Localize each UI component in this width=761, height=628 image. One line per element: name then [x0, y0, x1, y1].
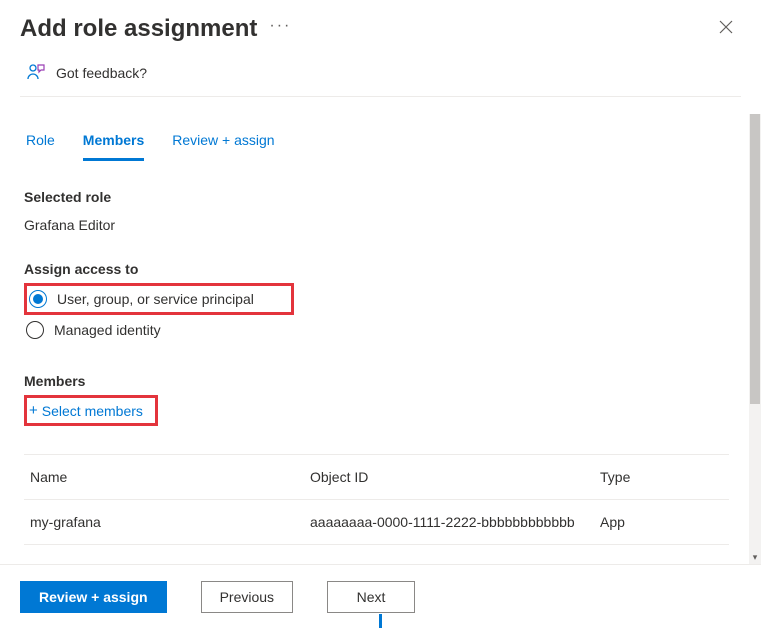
- select-members-link[interactable]: + Select members: [27, 398, 149, 423]
- scrollbar-arrow-down-icon[interactable]: ▾: [749, 550, 761, 564]
- review-assign-button[interactable]: Review + assign: [20, 581, 167, 613]
- tab-role[interactable]: Role: [26, 132, 55, 161]
- tab-members[interactable]: Members: [83, 132, 144, 161]
- highlight-user-group-principal: User, group, or service principal: [24, 283, 294, 315]
- radio-user-group-service-principal[interactable]: User, group, or service principal: [27, 286, 285, 312]
- radio-indicator-selected: [29, 290, 47, 308]
- radio-managed-identity[interactable]: Managed identity: [24, 315, 163, 345]
- plus-icon: +: [29, 402, 38, 419]
- select-members-label: Select members: [42, 403, 143, 419]
- column-header-name[interactable]: Name: [30, 469, 310, 485]
- radio-indicator-unselected: [26, 321, 44, 339]
- members-heading: Members: [24, 373, 729, 389]
- column-header-object-id[interactable]: Object ID: [310, 469, 600, 485]
- page-title: Add role assignment: [20, 15, 257, 43]
- selected-role-value: Grafana Editor: [24, 217, 729, 233]
- previous-button[interactable]: Previous: [201, 581, 293, 613]
- scrollbar-thumb[interactable]: [750, 114, 760, 404]
- tab-review-assign[interactable]: Review + assign: [172, 132, 274, 161]
- got-feedback-label: Got feedback?: [56, 65, 147, 81]
- feedback-person-icon: [26, 61, 46, 84]
- cell-name: my-grafana: [30, 514, 310, 530]
- assign-access-radio-group: User, group, or service principal Manage…: [24, 283, 729, 345]
- members-table: Name Object ID Type my-grafana aaaaaaaa-…: [24, 454, 729, 545]
- cell-object-id: aaaaaaaa-0000-1111-2222-bbbbbbbbbbbb: [310, 514, 600, 530]
- cell-type: App: [600, 514, 723, 530]
- vertical-scrollbar[interactable]: ▴ ▾: [749, 114, 761, 564]
- divider: [20, 96, 741, 97]
- tabs: Role Members Review + assign: [24, 114, 729, 161]
- focus-indicator: [379, 614, 382, 628]
- radio-label: User, group, or service principal: [57, 291, 254, 307]
- content-scroll-region: Role Members Review + assign Selected ro…: [0, 114, 749, 564]
- more-menu-ellipsis[interactable]: ···: [269, 17, 291, 35]
- radio-label: Managed identity: [54, 322, 161, 338]
- close-icon[interactable]: [711, 14, 741, 43]
- got-feedback-link[interactable]: Got feedback?: [0, 53, 761, 96]
- assign-access-heading: Assign access to: [24, 261, 729, 277]
- next-button[interactable]: Next: [327, 581, 415, 613]
- column-header-type[interactable]: Type: [600, 469, 723, 485]
- selected-role-heading: Selected role: [24, 189, 729, 205]
- table-row[interactable]: my-grafana aaaaaaaa-0000-1111-2222-bbbbb…: [24, 500, 729, 545]
- members-table-header: Name Object ID Type: [24, 454, 729, 500]
- highlight-select-members: + Select members: [24, 395, 158, 426]
